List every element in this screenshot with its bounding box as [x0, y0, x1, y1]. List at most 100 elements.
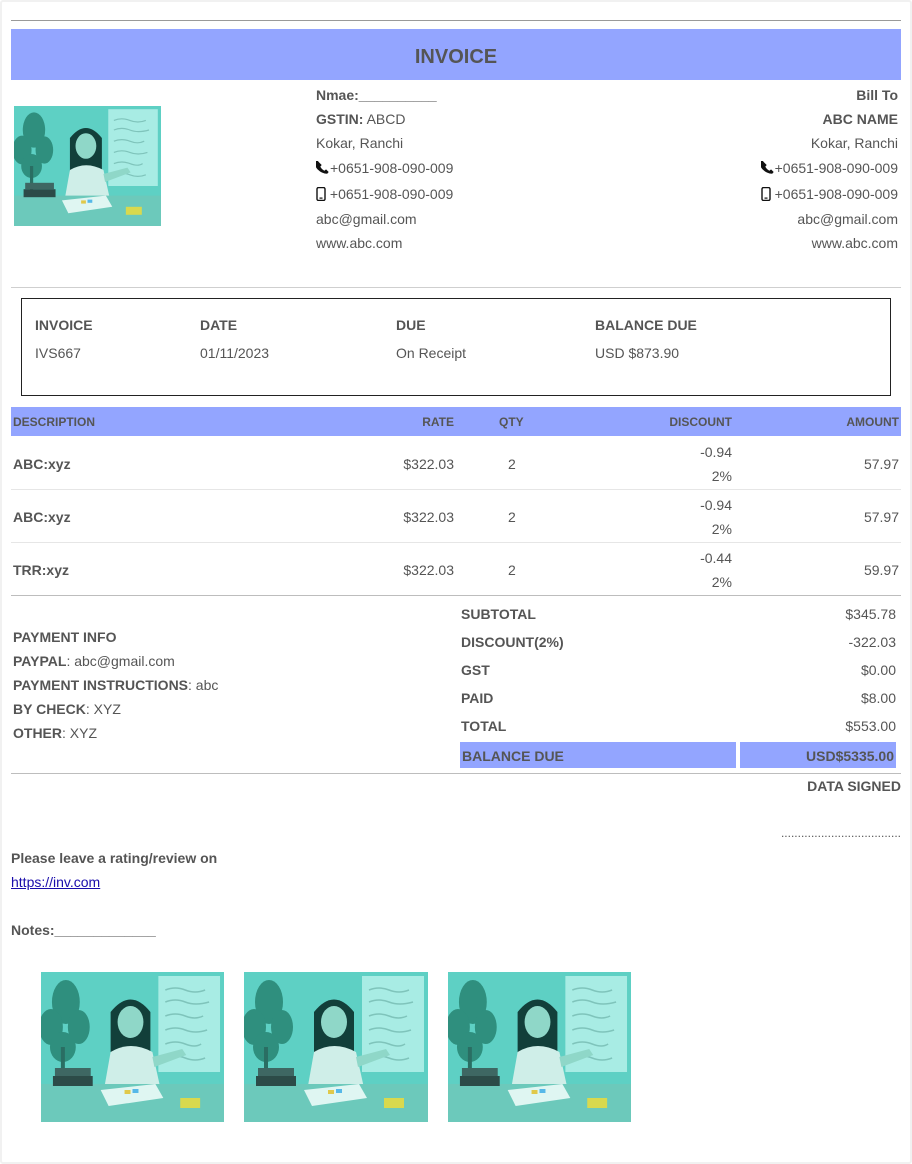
phone-icon — [759, 159, 775, 180]
gstin-value: ABCD — [363, 111, 406, 127]
col-description: DESCRIPTION — [13, 415, 96, 429]
title-band: INVOICE — [11, 29, 901, 80]
item-discount-pct: 2% — [711, 574, 732, 590]
seller-phone-row: +0651-908-090-009 — [315, 158, 616, 184]
check-value: : XYZ — [85, 701, 121, 717]
meta-balance-label: BALANCE DUE — [595, 317, 697, 333]
total-label: TOTAL — [461, 718, 507, 734]
seller-mobile-link[interactable]: +0651-908-090-009 — [326, 186, 453, 202]
col-amount: AMOUNT — [846, 415, 899, 429]
bill-to-heading: Bill To — [856, 87, 898, 103]
gstin-label: GSTIN: — [316, 111, 364, 127]
meta-date-value: 01/11/2023 — [200, 345, 270, 361]
payment-check: BY CHECK: XYZ — [13, 700, 218, 724]
item-qty: 2 — [508, 562, 516, 578]
other-value: : XYZ — [62, 725, 98, 741]
payment-instructions: PAYMENT INSTRUCTIONS: abc — [13, 676, 218, 700]
item-discount-pct: 2% — [711, 468, 732, 484]
seller-email[interactable]: abc@gmail.com — [316, 210, 616, 234]
instructions-label: PAYMENT INSTRUCTIONS — [13, 677, 189, 693]
subtotal-value: $345.78 — [845, 606, 896, 622]
buyer-mobile-row: +0651-908-090-009 — [598, 184, 898, 210]
signature-line: .................................... — [780, 826, 901, 840]
review-prompt: Please leave a rating/review on — [11, 850, 218, 866]
discount-row: DISCOUNT(2%) -322.03 — [459, 628, 899, 656]
discount-label: DISCOUNT(2%) — [461, 634, 564, 650]
item-discount: -0.94 — [700, 497, 732, 513]
item-description: TRR:xyz — [13, 562, 70, 578]
item-rate: $322.03 — [403, 456, 454, 472]
gallery-image-2 — [244, 972, 428, 1122]
table-row: ABC:xyz $322.03 2 -0.94 2% 57.97 — [11, 437, 901, 490]
meta-invoice-label: INVOICE — [35, 317, 93, 333]
item-amount: 57.97 — [863, 509, 899, 525]
seller-address: Kokar, Ranchi — [316, 135, 404, 151]
payment-other: OTHER: XYZ — [13, 724, 218, 748]
payment-paypal: PAYPAL: abc@gmail.com — [13, 652, 218, 676]
item-discount: -0.94 — [700, 444, 732, 460]
meta-balance-value: USD $873.90 — [595, 345, 680, 361]
payment-info-heading: PAYMENT INFO — [13, 629, 117, 645]
invoice-meta-box: INVOICE IVS667 DATE 01/11/2023 DUE On Re… — [21, 298, 891, 396]
check-label: BY CHECK — [13, 701, 86, 717]
balance-due-row: BALANCE DUE USD$5335.00 — [459, 741, 899, 769]
subtotal-label: SUBTOTAL — [461, 606, 536, 622]
meta-due-label: DUE — [396, 317, 426, 333]
meta-date-label: DATE — [200, 317, 238, 333]
review-link[interactable]: https://inv.com — [11, 874, 100, 890]
company-logo-image — [14, 106, 161, 226]
gst-value: $0.00 — [860, 662, 896, 678]
gst-label: GST — [461, 662, 490, 678]
seller-mobile-row: +0651-908-090-009 — [316, 184, 616, 210]
totals-summary: SUBTOTAL $345.78 DISCOUNT(2%) -322.03 GST $… — [459, 600, 899, 740]
phone-icon — [315, 159, 330, 180]
paypal-label: PAYPAL — [13, 653, 67, 669]
payment-info: PAYMENT INFO PAYPAL: abc@gmail.com PAYME… — [13, 628, 218, 748]
paid-row: PAID $8.00 — [459, 684, 899, 712]
item-amount: 57.97 — [863, 456, 899, 472]
gallery-image-3 — [448, 972, 631, 1122]
top-divider — [11, 20, 901, 21]
table-row: TRR:xyz $322.03 2 -0.44 2% 59.97 — [11, 543, 901, 596]
item-qty: 2 — [508, 456, 516, 472]
item-discount-pct: 2% — [711, 521, 732, 537]
mobile-icon — [316, 186, 326, 206]
meta-invoice: INVOICE IVS667 — [35, 317, 93, 361]
seller-website[interactable]: www.abc.com — [316, 234, 616, 258]
paypal-value: : abc@gmail.com — [66, 653, 175, 669]
meta-due-value: On Receipt — [396, 345, 467, 361]
totals-divider — [11, 773, 901, 774]
mobile-icon — [761, 186, 771, 206]
section-divider — [11, 287, 901, 288]
gallery-image-1 — [41, 972, 224, 1122]
balance-due-label: BALANCE DUE — [459, 741, 737, 769]
buyer-email[interactable]: abc@gmail.com — [598, 210, 898, 234]
table-row: ABC:xyz $322.03 2 -0.94 2% 57.97 — [11, 490, 901, 543]
item-qty: 2 — [508, 509, 516, 525]
seller-phone-link[interactable]: +0651-908-090-009 — [330, 160, 453, 176]
item-amount: 59.97 — [863, 562, 899, 578]
buyer-name: ABC NAME — [822, 111, 898, 127]
buyer-phone-link[interactable]: +0651-908-090-009 — [775, 160, 898, 176]
col-rate: RATE — [422, 415, 454, 429]
seller-name-field: Nmae:__________ — [316, 87, 437, 103]
other-label: OTHER — [13, 725, 62, 741]
meta-due: DUE On Receipt — [396, 317, 466, 361]
seller-gstin: GSTIN: ABCD — [316, 110, 616, 134]
buyer-website[interactable]: www.abc.com — [598, 234, 898, 258]
total-value: $553.00 — [845, 718, 896, 734]
subtotal-row: SUBTOTAL $345.78 — [459, 600, 899, 628]
item-description: ABC:xyz — [13, 456, 71, 472]
buyer-mobile-link[interactable]: +0651-908-090-009 — [775, 186, 898, 202]
meta-balance: BALANCE DUE USD $873.90 — [595, 317, 697, 361]
meta-date: DATE 01/11/2023 — [200, 317, 269, 361]
buyer-address: Kokar, Ranchi — [810, 135, 898, 151]
col-discount: DISCOUNT — [669, 415, 732, 429]
item-discount: -0.44 — [700, 550, 732, 566]
data-signed-label: DATA SIGNED — [807, 778, 901, 794]
balance-due-value: USD$5335.00 — [739, 741, 897, 769]
paid-label: PAID — [461, 690, 494, 706]
item-rate: $322.03 — [403, 509, 454, 525]
invoice-title: INVOICE — [414, 46, 498, 68]
total-row: TOTAL $553.00 — [459, 712, 899, 740]
